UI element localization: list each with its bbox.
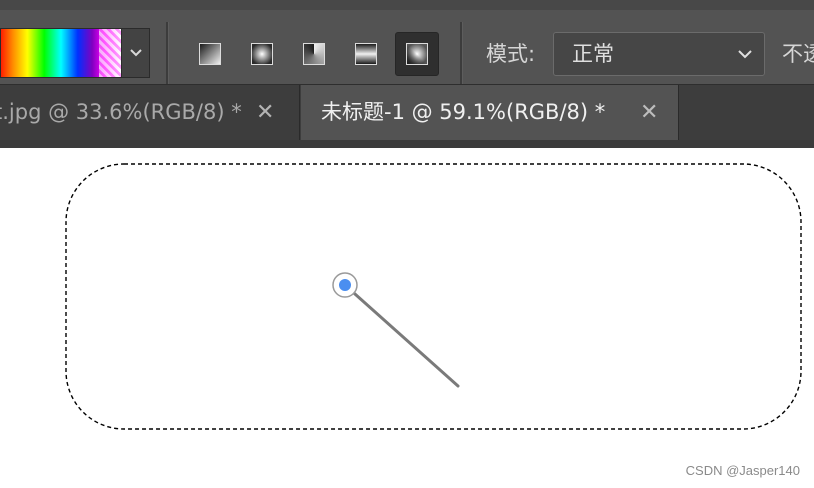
rounded-rectangle-selection xyxy=(65,163,802,430)
tab-title: t.jpg @ 33.6%(RGB/8) * xyxy=(0,100,242,124)
tab-document-2[interactable]: 未标题-1 @ 59.1%(RGB/8) * ✕ xyxy=(301,85,679,140)
document-tabs-bar: t.jpg @ 33.6%(RGB/8) * ✕ 未标题-1 @ 59.1%(R… xyxy=(0,84,814,140)
options-bar: 模式: 正常 不透明度: xyxy=(0,0,814,84)
opacity-label: 不透明度: xyxy=(782,42,814,66)
document-canvas[interactable]: CSDN @Jasper140 xyxy=(0,148,814,488)
gradient-preview-swatch[interactable] xyxy=(0,28,122,78)
gradient-drag-line xyxy=(344,284,460,388)
canvas-overlay xyxy=(65,163,802,430)
gradient-start-handle xyxy=(339,279,351,291)
mode-label: 模式: xyxy=(486,42,536,66)
toolbar-divider xyxy=(460,22,463,84)
linear-gradient-icon xyxy=(199,43,221,65)
radial-gradient-icon xyxy=(251,43,273,65)
chevron-down-icon xyxy=(738,33,752,75)
canvas-top-border xyxy=(0,140,814,148)
blend-mode-value: 正常 xyxy=(572,42,614,66)
toolbar-divider xyxy=(166,22,169,84)
gradient-picker-dropdown[interactable] xyxy=(122,28,150,78)
angle-gradient-icon xyxy=(303,43,325,65)
reflected-gradient-icon xyxy=(355,43,377,65)
blend-mode-select[interactable]: 正常 xyxy=(553,32,765,76)
reflected-gradient-button[interactable] xyxy=(344,32,388,76)
chevron-down-icon xyxy=(129,49,142,57)
radial-gradient-button[interactable] xyxy=(240,32,284,76)
watermark-text: CSDN @Jasper140 xyxy=(685,463,800,478)
linear-gradient-button[interactable] xyxy=(188,32,232,76)
close-icon[interactable]: ✕ xyxy=(256,85,274,140)
diamond-gradient-icon xyxy=(406,43,428,65)
close-icon[interactable]: ✕ xyxy=(640,85,658,140)
photoshop-window: 模式: 正常 不透明度: t.jpg @ 33.6%(RGB/8) * ✕ 未标… xyxy=(0,0,814,488)
angle-gradient-button[interactable] xyxy=(292,32,336,76)
tab-title: 未标题-1 @ 59.1%(RGB/8) * xyxy=(321,100,606,124)
tab-document-1[interactable]: t.jpg @ 33.6%(RGB/8) * ✕ xyxy=(0,85,300,140)
diamond-gradient-button[interactable] xyxy=(395,32,439,76)
